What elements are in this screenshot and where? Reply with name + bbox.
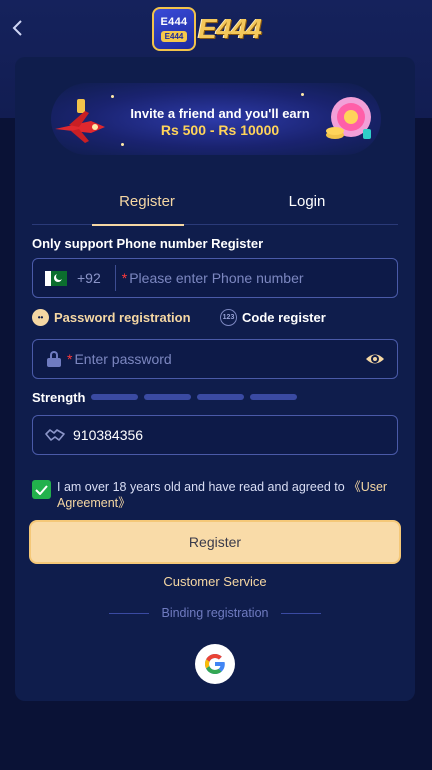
chevron-left-icon xyxy=(12,20,22,36)
eye-icon[interactable] xyxy=(365,351,385,367)
google-icon xyxy=(205,654,225,674)
banner-text: Invite a friend and you'll earn Rs 500 -… xyxy=(105,106,335,138)
strength-bar xyxy=(250,394,298,400)
password-input[interactable]: Enter password xyxy=(74,351,171,367)
auth-tabs: Register Login xyxy=(32,185,398,226)
flag-crescent xyxy=(54,272,63,282)
tab-login[interactable]: Login xyxy=(232,185,382,225)
phone-section-label: Only support Phone number Register xyxy=(32,236,264,251)
agreement-statement: I am over 18 years old and have read and… xyxy=(57,480,345,494)
divider-line xyxy=(109,612,150,614)
password-strength: Strength xyxy=(32,389,298,405)
sparkle xyxy=(301,93,304,96)
header: E444 E444 E444 xyxy=(0,0,432,56)
strength-bar xyxy=(144,394,192,400)
lock-icon xyxy=(47,351,61,367)
agreement-text: I am over 18 years old and have read and… xyxy=(57,479,398,511)
sparkle xyxy=(121,143,124,146)
phone-field[interactable]: +92 * Please enter Phone number xyxy=(32,258,398,298)
binding-registration-label: Binding registration xyxy=(161,606,269,620)
airplane-icon xyxy=(55,99,105,143)
invite-code-field[interactable]: 910384356 xyxy=(32,415,398,455)
strength-label: Strength xyxy=(32,389,86,405)
handshake-icon xyxy=(45,429,65,441)
prize-wheel-icon xyxy=(326,97,371,139)
phone-input[interactable]: Please enter Phone number xyxy=(129,270,303,286)
logo-text: E444 xyxy=(198,13,262,44)
checkmark-icon xyxy=(35,484,48,495)
password-field[interactable]: * Enter password xyxy=(32,339,398,379)
google-login-button[interactable] xyxy=(195,644,235,684)
register-mode-options: •• Password registration 123 Code regist… xyxy=(32,309,398,329)
logo-badge-top: E444 xyxy=(160,16,188,28)
register-button[interactable]: Register xyxy=(29,520,401,564)
pakistan-flag-icon[interactable] xyxy=(45,270,67,286)
strength-bar xyxy=(91,394,139,400)
invite-banner[interactable]: Invite a friend and you'll earn Rs 500 -… xyxy=(51,83,381,155)
password-registration-label: Password registration xyxy=(54,310,191,325)
register-card: Invite a friend and you'll earn Rs 500 -… xyxy=(15,57,415,701)
country-code[interactable]: +92 xyxy=(77,270,101,286)
agreement-row: I am over 18 years old and have read and… xyxy=(32,479,398,511)
app-logo: E444 E444 E444 xyxy=(152,6,262,52)
code-register-option[interactable]: 123 Code register xyxy=(220,309,326,326)
code-register-label: Code register xyxy=(242,310,326,325)
strength-bar xyxy=(197,394,245,400)
password-registration-option[interactable]: •• Password registration xyxy=(32,309,191,326)
agree-checkbox[interactable] xyxy=(32,480,51,499)
banner-reward: Rs 500 - Rs 10000 xyxy=(160,122,280,138)
required-mark: * xyxy=(67,351,73,367)
divider-line xyxy=(280,612,321,614)
back-button[interactable] xyxy=(6,14,28,42)
logo-badge: E444 E444 xyxy=(152,7,196,51)
logo-badge-bottom: E444 xyxy=(160,31,188,42)
banner-headline: Invite a friend and you'll earn xyxy=(130,106,310,121)
sparkle xyxy=(111,95,114,98)
code-123-icon: 123 xyxy=(220,309,237,326)
invite-code-input[interactable]: 910384356 xyxy=(73,427,143,443)
tab-register[interactable]: Register xyxy=(72,185,222,226)
field-divider xyxy=(114,265,116,291)
password-dots-icon: •• xyxy=(32,309,49,326)
required-mark: * xyxy=(121,270,128,286)
customer-service-link[interactable]: Customer Service xyxy=(15,574,415,589)
binding-registration: Binding registration xyxy=(15,605,415,621)
